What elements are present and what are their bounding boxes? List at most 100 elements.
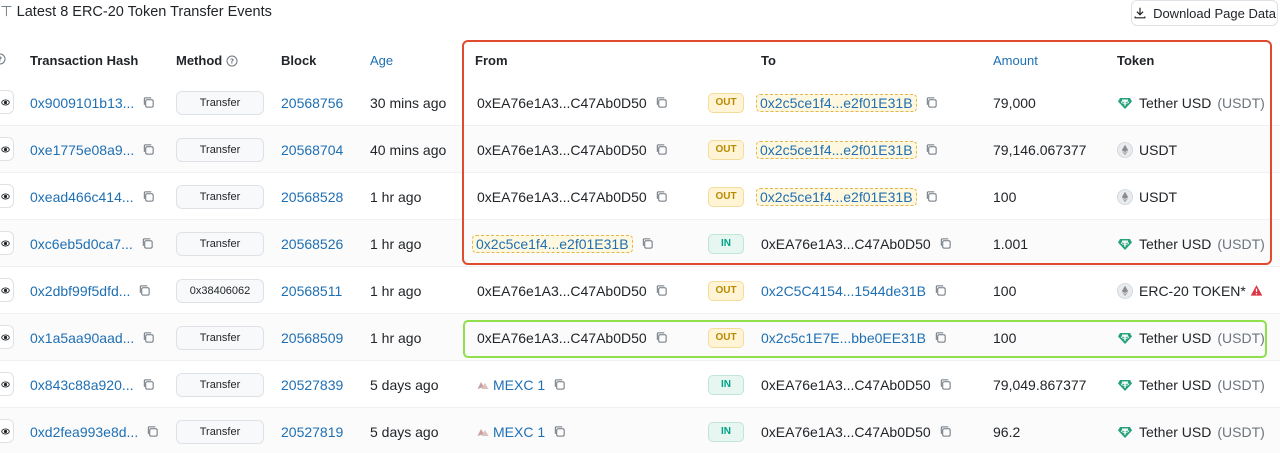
copy-icon[interactable] [141,237,154,250]
from-address[interactable]: MEXC 1 [493,424,545,440]
transaction-hash-link[interactable]: 0xe1775e08a9... [30,142,134,158]
copy-icon[interactable] [939,237,952,250]
transaction-hash-link[interactable]: 0x2dbf99f5dfd... [30,283,130,299]
from-address[interactable]: 0xEA76e1A3...C47Ab0D50 [477,283,647,299]
column-age[interactable]: Age [370,53,393,68]
token-link[interactable]: Tether USD (USDT) [1117,95,1265,111]
block-link[interactable]: 20568509 [281,330,343,346]
view-details-button[interactable] [0,372,14,396]
mexc-icon [477,428,489,436]
age-text: 1 hr ago [370,235,422,252]
tether-token-icon [1118,97,1132,109]
block-link[interactable]: 20527819 [281,424,343,440]
view-details-button[interactable] [0,184,14,208]
view-details-button[interactable] [0,278,14,302]
copy-icon[interactable] [553,425,566,438]
from-address[interactable]: MEXC 1 [493,377,545,393]
token-link[interactable]: Tether USD (USDT) [1117,330,1265,346]
copy-icon[interactable] [142,190,155,203]
to-address[interactable]: 0x2C5C4154...1544de31B [761,283,926,299]
token-link[interactable]: USDT [1117,189,1177,205]
table-row: 0x1a5aa90aad... Transfer 20568509 1 hr ago 0… [0,314,1280,361]
to-address[interactable]: 0x2c5ce1f4...e2f01E31B [756,140,917,159]
copy-icon[interactable] [146,425,159,438]
copy-icon[interactable] [925,96,938,109]
to-address[interactable]: 0xEA76e1A3...C47Ab0D50 [761,236,931,252]
from-address[interactable]: 0xEA76e1A3...C47Ab0D50 [477,330,647,346]
token-link[interactable]: Tether USD (USDT) [1117,236,1265,252]
token-link[interactable]: Tether USD (USDT) [1117,377,1265,393]
ethereum-token-icon [1117,188,1133,205]
copy-icon[interactable] [655,96,668,109]
copy-icon[interactable] [553,378,566,391]
transaction-hash-link[interactable]: 0x843c88a920... [30,377,134,393]
header-help-icon[interactable]: ? [0,53,6,65]
from-address[interactable]: 0xEA76e1A3...C47Ab0D50 [477,142,647,158]
copy-icon[interactable] [939,378,952,391]
amount-value: 79,049.867377 [993,376,1087,393]
to-address[interactable]: 0xEA76e1A3...C47Ab0D50 [761,424,931,440]
token-link[interactable]: USDT [1117,142,1177,158]
block-link[interactable]: 20527839 [281,377,343,393]
copy-icon[interactable] [655,143,668,156]
amount-value: 100 [993,188,1017,205]
ethereum-token-icon [1117,141,1133,158]
age-text: 1 hr ago [370,329,422,346]
copy-icon[interactable] [925,190,938,203]
transaction-hash-link[interactable]: 0x9009101b13... [30,95,134,111]
transaction-hash-link[interactable]: 0xc6eb5d0ca7... [30,236,133,252]
view-details-button[interactable] [0,325,14,349]
amount-value: 100 [993,282,1017,299]
column-block: Block [281,53,317,68]
tether-token-icon [1118,238,1132,250]
copy-icon[interactable] [138,284,151,297]
block-link[interactable]: 20568704 [281,142,343,158]
copy-icon[interactable] [142,331,155,344]
transaction-hash-link[interactable]: 0xd2fea993e8d... [30,424,138,440]
to-address[interactable]: 0x2c5c1E7E...bbe0EE31B [761,330,926,346]
column-amount[interactable]: Amount [993,53,1038,68]
view-details-button[interactable] [0,419,14,443]
block-link[interactable]: 20568526 [281,236,343,252]
svg-text:?: ? [230,57,234,65]
copy-icon[interactable] [655,190,668,203]
copy-icon[interactable] [641,237,654,250]
block-link[interactable]: 20568528 [281,189,343,205]
to-address[interactable]: 0xEA76e1A3...C47Ab0D50 [761,377,931,393]
age-text: 1 hr ago [370,282,422,299]
token-link[interactable]: ERC-20 TOKEN* [1117,283,1246,299]
transaction-hash-link[interactable]: 0x1a5aa90aad... [30,330,134,346]
method-help-icon[interactable]: ? [226,55,238,67]
method-badge: Transfer [176,231,264,256]
copy-icon[interactable] [142,143,155,156]
block-link[interactable]: 20568511 [281,283,342,299]
copy-icon[interactable] [142,378,155,391]
table-row: 0x9009101b13... Transfer 20568756 30 mins a… [0,79,1280,126]
to-address[interactable]: 0x2c5ce1f4...e2f01E31B [756,187,917,206]
to-address[interactable]: 0x2c5ce1f4...e2f01E31B [756,93,917,112]
download-page-data-button[interactable]: Download Page Data [1131,0,1278,26]
view-details-button[interactable] [0,137,14,161]
copy-icon[interactable] [934,284,947,297]
from-address[interactable]: 0x2c5ce1f4...e2f01E31B [472,234,633,253]
from-address[interactable]: 0xEA76e1A3...C47Ab0D50 [477,189,647,205]
from-address[interactable]: 0xEA76e1A3...C47Ab0D50 [477,95,647,111]
view-details-button[interactable] [0,231,14,255]
method-badge: 0x38406062 [176,278,264,303]
column-method: Method ? [176,53,238,68]
block-link[interactable]: 20568756 [281,95,343,111]
age-text: 30 mins ago [370,94,447,111]
column-to: To [761,53,776,68]
view-details-button[interactable] [0,90,14,114]
direction-badge: OUT [708,186,744,207]
amount-value: 79,146.067377 [993,141,1087,158]
transaction-hash-link[interactable]: 0xead466c414... [30,189,134,205]
copy-icon[interactable] [142,96,155,109]
amount-value: 96.2 [993,423,1021,440]
copy-icon[interactable] [934,331,947,344]
copy-icon[interactable] [655,331,668,344]
copy-icon[interactable] [939,425,952,438]
copy-icon[interactable] [925,143,938,156]
copy-icon[interactable] [655,284,668,297]
token-link[interactable]: Tether USD (USDT) [1117,424,1265,440]
